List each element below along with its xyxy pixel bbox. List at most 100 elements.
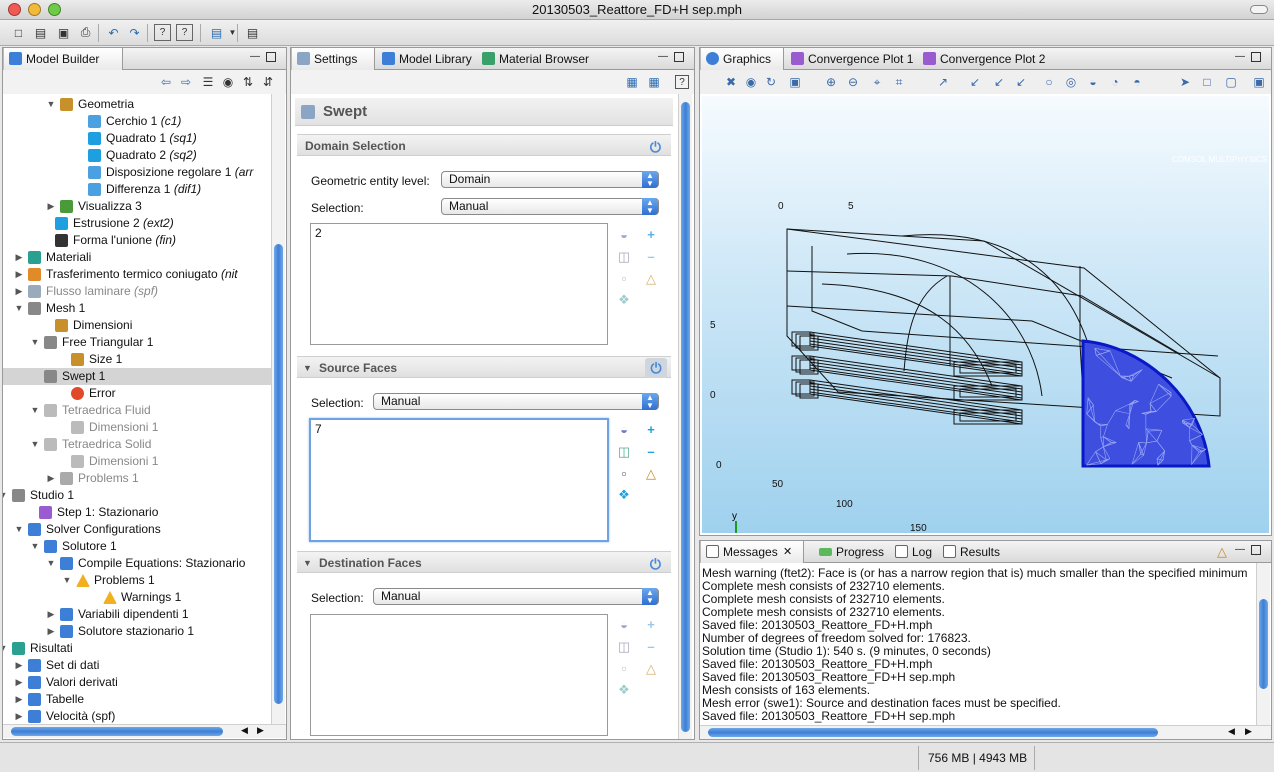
- tree-node[interactable]: ▶ Trasferimento termico coniugato (nit: [3, 266, 271, 283]
- chevron-down-icon[interactable]: ▼: [46, 555, 56, 572]
- minimize-window-icon[interactable]: [28, 3, 41, 16]
- zoom-window-icon[interactable]: [48, 3, 61, 16]
- tree-node[interactable]: ▶ Set di dati: [3, 657, 271, 674]
- view-options-icon[interactable]: ▣: [788, 75, 802, 89]
- maximize-panel-icon[interactable]: [674, 52, 684, 62]
- tree-node[interactable]: ▼ Tetraedrica Fluid: [3, 402, 271, 419]
- select-all-icon[interactable]: ◓: [1130, 75, 1144, 89]
- tab-log[interactable]: Log: [890, 541, 940, 563]
- wireframe-icon[interactable]: ○: [1042, 75, 1056, 89]
- clear-selection-icon[interactable]: △: [643, 271, 659, 287]
- tab-settings[interactable]: Settings: [291, 48, 375, 70]
- help-icon[interactable]: ?: [154, 24, 171, 41]
- tab-convergence-plot-1[interactable]: Convergence Plot 1: [786, 48, 918, 70]
- scroll-left-icon[interactable]: ◀: [1228, 726, 1235, 737]
- chevron-right-icon[interactable]: ▶: [46, 198, 56, 215]
- minimize-panel-icon[interactable]: —: [250, 52, 260, 62]
- tree-node[interactable]: ▼ Geometria: [3, 96, 271, 113]
- scroll-thumb[interactable]: [1259, 599, 1268, 689]
- tree-node[interactable]: ▼ Tetraedrica Solid: [3, 436, 271, 453]
- hscroll-thumb[interactable]: [708, 728, 1158, 737]
- activate-selection-icon[interactable]: ◒: [616, 422, 632, 438]
- chevron-right-icon[interactable]: ▶: [46, 606, 56, 623]
- tree-node[interactable]: Warnings 1: [3, 589, 271, 606]
- view-yz-icon[interactable]: ↙: [992, 75, 1006, 89]
- settings-scrollbar[interactable]: [678, 94, 692, 739]
- destination-faces-select[interactable]: Manual ▲ ▼: [373, 588, 659, 605]
- remove-icon[interactable]: –: [643, 444, 659, 460]
- select-box-icon[interactable]: □: [1200, 75, 1214, 89]
- source-faces-list[interactable]: 7: [309, 418, 609, 542]
- chevron-down-icon[interactable]: ▼: [30, 538, 40, 555]
- tree-node[interactable]: Dimensioni 1: [3, 453, 271, 470]
- help-icon[interactable]: ?: [675, 75, 689, 89]
- chevron-down-icon[interactable]: ▼: [46, 96, 56, 113]
- chevron-right-icon[interactable]: ▶: [14, 249, 24, 266]
- tree-node[interactable]: Forma l'unione (fin): [3, 232, 271, 249]
- clear-selection-icon[interactable]: △: [643, 661, 659, 677]
- paste-selection-icon[interactable]: ▫: [616, 661, 632, 677]
- tree-node[interactable]: Quadrato 2 (sq2): [3, 147, 271, 164]
- view-xy-icon[interactable]: ↙: [968, 75, 982, 89]
- copy-selection-icon[interactable]: ◫: [616, 249, 632, 265]
- chevron-down-icon[interactable]: ▼: [30, 334, 40, 351]
- chevron-down-icon[interactable]: ▼: [30, 436, 40, 453]
- build-selected-icon[interactable]: ▦: [625, 75, 639, 89]
- tree-node[interactable]: ▼ Risultati: [3, 640, 271, 657]
- print-icon[interactable]: ⎙: [77, 24, 94, 41]
- tree-node[interactable]: ▶ Solutore stazionario 1: [3, 623, 271, 640]
- tree-node[interactable]: ▶ Tabelle: [3, 691, 271, 708]
- domain-selection-list[interactable]: 2: [310, 223, 608, 345]
- render-icon[interactable]: ◒: [1086, 75, 1100, 89]
- paste-selection-icon[interactable]: ▫: [616, 466, 632, 482]
- reset-view-icon[interactable]: ↻: [764, 75, 778, 89]
- arrow-left-icon[interactable]: ⇦: [159, 75, 173, 89]
- transparency-icon[interactable]: ◎: [1064, 75, 1078, 89]
- eye-icon[interactable]: ◉: [744, 75, 758, 89]
- scroll-right-icon[interactable]: ▶: [1245, 726, 1252, 737]
- remove-icon[interactable]: –: [643, 639, 659, 655]
- chevron-down-icon[interactable]: ▼: [3, 487, 8, 504]
- show-icon[interactable]: ◉: [221, 75, 235, 89]
- select-pointer-icon[interactable]: ➤: [1178, 75, 1192, 89]
- zoom-selected-icon[interactable]: ❖: [616, 292, 632, 308]
- add-icon[interactable]: +: [643, 227, 659, 243]
- clear-messages-icon[interactable]: △: [1217, 544, 1227, 560]
- source-faces-select[interactable]: Manual ▲ ▼: [373, 393, 659, 410]
- tree-node[interactable]: Step 1: Stazionario: [3, 504, 271, 521]
- tab-messages[interactable]: Messages ✕: [700, 541, 804, 563]
- tree-node[interactable]: ▶ Materiali: [3, 249, 271, 266]
- scroll-right-icon[interactable]: ▶: [257, 725, 264, 736]
- collapse-all-icon[interactable]: ⇅: [241, 75, 255, 89]
- chevron-down-icon[interactable]: ▼: [14, 521, 24, 538]
- zoom-selected-icon[interactable]: ❖: [616, 487, 632, 503]
- source-faces-section[interactable]: ▼ Source Faces ⏻: [297, 356, 671, 378]
- paste-selection-icon[interactable]: ▫: [616, 271, 632, 287]
- tab-results[interactable]: Results: [938, 541, 1004, 563]
- chevron-down-icon[interactable]: ▼: [62, 572, 72, 589]
- chevron-right-icon[interactable]: ▶: [14, 708, 24, 725]
- destination-faces-section[interactable]: ▼ Destination Faces ⏻: [297, 551, 671, 573]
- domain-selection-section[interactable]: Domain Selection ⏻: [297, 134, 671, 156]
- tree-node[interactable]: ▶ Flusso laminare (spf): [3, 283, 271, 300]
- tab-progress[interactable]: Progress: [814, 541, 894, 563]
- chevron-right-icon[interactable]: ▶: [14, 266, 24, 283]
- activate-selection-icon[interactable]: ◒: [616, 227, 632, 243]
- entity-level-select[interactable]: Domain ▲ ▼: [441, 171, 659, 188]
- tree-node[interactable]: ▶ Velocità (spf): [3, 708, 271, 725]
- zoom-box-icon[interactable]: ✖: [724, 75, 738, 89]
- tree-node[interactable]: Swept 1: [3, 368, 271, 385]
- chevron-down-icon[interactable]: ▼: [30, 402, 40, 419]
- tree-node[interactable]: ▼ Mesh 1: [3, 300, 271, 317]
- context-help-icon[interactable]: ?: [176, 24, 193, 41]
- tree-node[interactable]: ▼ Solutore 1: [3, 538, 271, 555]
- redo-icon[interactable]: ↷: [126, 24, 143, 41]
- scroll-thumb[interactable]: [274, 244, 283, 704]
- scroll-left-icon[interactable]: ◀: [241, 725, 248, 736]
- zoom-selected-icon[interactable]: ❖: [616, 682, 632, 698]
- chevron-down-icon[interactable]: ▼: [14, 300, 24, 317]
- destination-faces-list[interactable]: [310, 614, 608, 736]
- tree-node[interactable]: Disposizione regolare 1 (arr: [3, 164, 271, 181]
- remove-icon[interactable]: –: [643, 249, 659, 265]
- maximize-panel-icon[interactable]: [1251, 545, 1261, 555]
